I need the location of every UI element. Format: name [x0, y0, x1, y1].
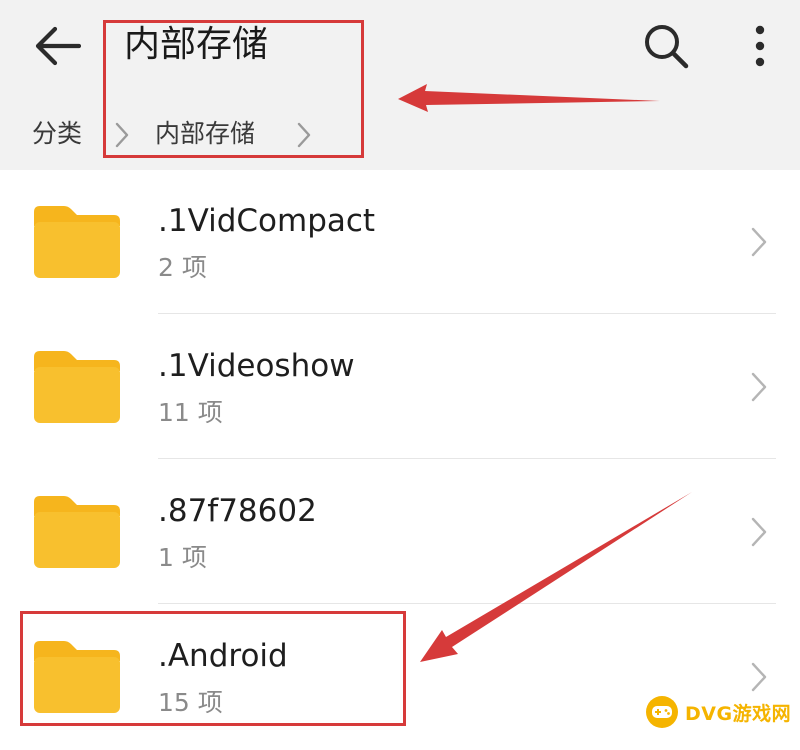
- row-divider: [158, 458, 776, 459]
- more-vertical-icon: [755, 25, 765, 67]
- row-divider: [158, 313, 776, 314]
- folder-icon: [34, 351, 120, 423]
- row-divider: [158, 603, 776, 604]
- list-item[interactable]: .1Videoshow 11 项: [0, 315, 800, 460]
- more-options-button[interactable]: [740, 18, 780, 74]
- file-item-count: 11 项: [158, 398, 223, 427]
- folder-icon: [34, 496, 120, 568]
- file-item-count: 1 项: [158, 543, 207, 572]
- annotation-box-android: [20, 611, 406, 726]
- annotation-box-title: [103, 20, 364, 158]
- arrow-left-icon: [35, 26, 81, 66]
- folder-icon: [34, 206, 120, 278]
- chevron-right-icon: [751, 227, 767, 257]
- gamepad-logo-icon: [646, 696, 678, 728]
- file-item-count: 2 项: [158, 253, 207, 282]
- list-item[interactable]: .1VidCompact 2 项: [0, 170, 800, 315]
- breadcrumb-item-category[interactable]: 分类: [32, 114, 82, 154]
- watermark: DVG游戏网: [645, 690, 795, 734]
- back-button[interactable]: [30, 18, 86, 74]
- search-button[interactable]: [636, 18, 696, 74]
- file-name: .87f78602: [158, 493, 317, 529]
- watermark-text: DVG游戏网: [685, 702, 792, 725]
- file-name: .1VidCompact: [158, 203, 376, 239]
- chevron-right-icon: [751, 372, 767, 402]
- file-name: .1Videoshow: [158, 348, 355, 384]
- chevron-right-icon: [751, 517, 767, 547]
- list-item[interactable]: .87f78602 1 项: [0, 460, 800, 605]
- search-icon: [645, 25, 689, 69]
